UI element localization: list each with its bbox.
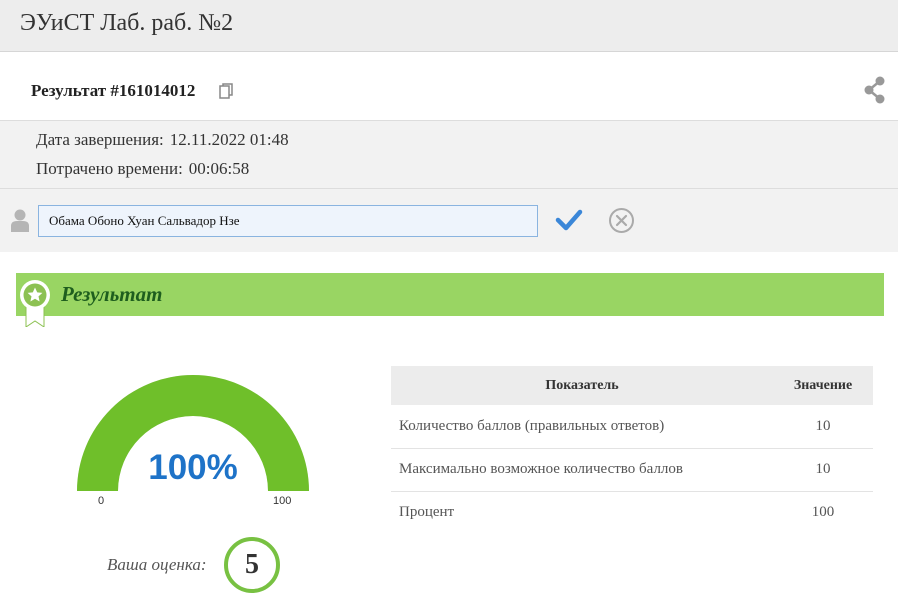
result-meta: Дата завершения: 12.11.2022 01:48 Потраче… bbox=[0, 121, 898, 189]
cancel-icon[interactable] bbox=[608, 207, 635, 234]
row-value: 10 bbox=[773, 448, 873, 492]
completion-date-value: 12.11.2022 01:48 bbox=[169, 130, 289, 149]
gauge-max-label: 100 bbox=[273, 495, 292, 507]
row-indicator: Процент bbox=[399, 504, 455, 521]
app-title: ЭУиСТ Лаб. раб. №2 bbox=[20, 10, 234, 36]
gauge-value: 100% bbox=[148, 448, 238, 487]
time-spent-value: 00:06:58 bbox=[188, 159, 250, 178]
time-spent: Потрачено времени: 00:06:58 bbox=[36, 159, 249, 179]
user-icon bbox=[11, 209, 29, 232]
table-header-row: Показатель Значение bbox=[391, 366, 873, 405]
column-header-indicator: Показатель bbox=[391, 366, 773, 405]
result-title: Результат #161014012 bbox=[31, 81, 196, 100]
section-title: Результат bbox=[61, 282, 163, 306]
user-name-row bbox=[0, 189, 898, 252]
result-header: Результат #161014012 bbox=[0, 52, 898, 121]
table-row: Количество баллов (правильных ответов) 1… bbox=[391, 405, 873, 449]
share-icon[interactable] bbox=[863, 76, 887, 104]
row-value: 10 bbox=[773, 405, 873, 449]
app-header: ЭУиСТ Лаб. раб. №2 bbox=[0, 0, 898, 52]
table-row: Максимально возможное количество баллов … bbox=[391, 448, 873, 492]
time-spent-label: Потрачено времени: bbox=[36, 159, 183, 178]
gauge-min-label: 0 bbox=[98, 495, 105, 507]
copy-icon[interactable] bbox=[219, 83, 233, 99]
row-value: 100 bbox=[811, 504, 835, 521]
column-header-value: Значение bbox=[773, 366, 873, 405]
results-table: Показатель Значение Количество баллов (п… bbox=[391, 366, 873, 534]
grade-badge: 5 bbox=[224, 537, 280, 593]
row-indicator: Максимально возможное количество баллов bbox=[391, 448, 773, 492]
row-indicator: Количество баллов (правильных ответов) bbox=[391, 405, 773, 449]
award-badge-icon bbox=[20, 280, 50, 327]
completion-date: Дата завершения: 12.11.2022 01:48 bbox=[36, 130, 289, 150]
completion-date-label: Дата завершения: bbox=[36, 130, 164, 149]
user-name-input[interactable] bbox=[38, 205, 538, 237]
table-row: Процент 100 bbox=[391, 491, 873, 534]
grade-label: Ваша оценка: bbox=[107, 555, 207, 574]
check-icon[interactable] bbox=[555, 208, 583, 232]
